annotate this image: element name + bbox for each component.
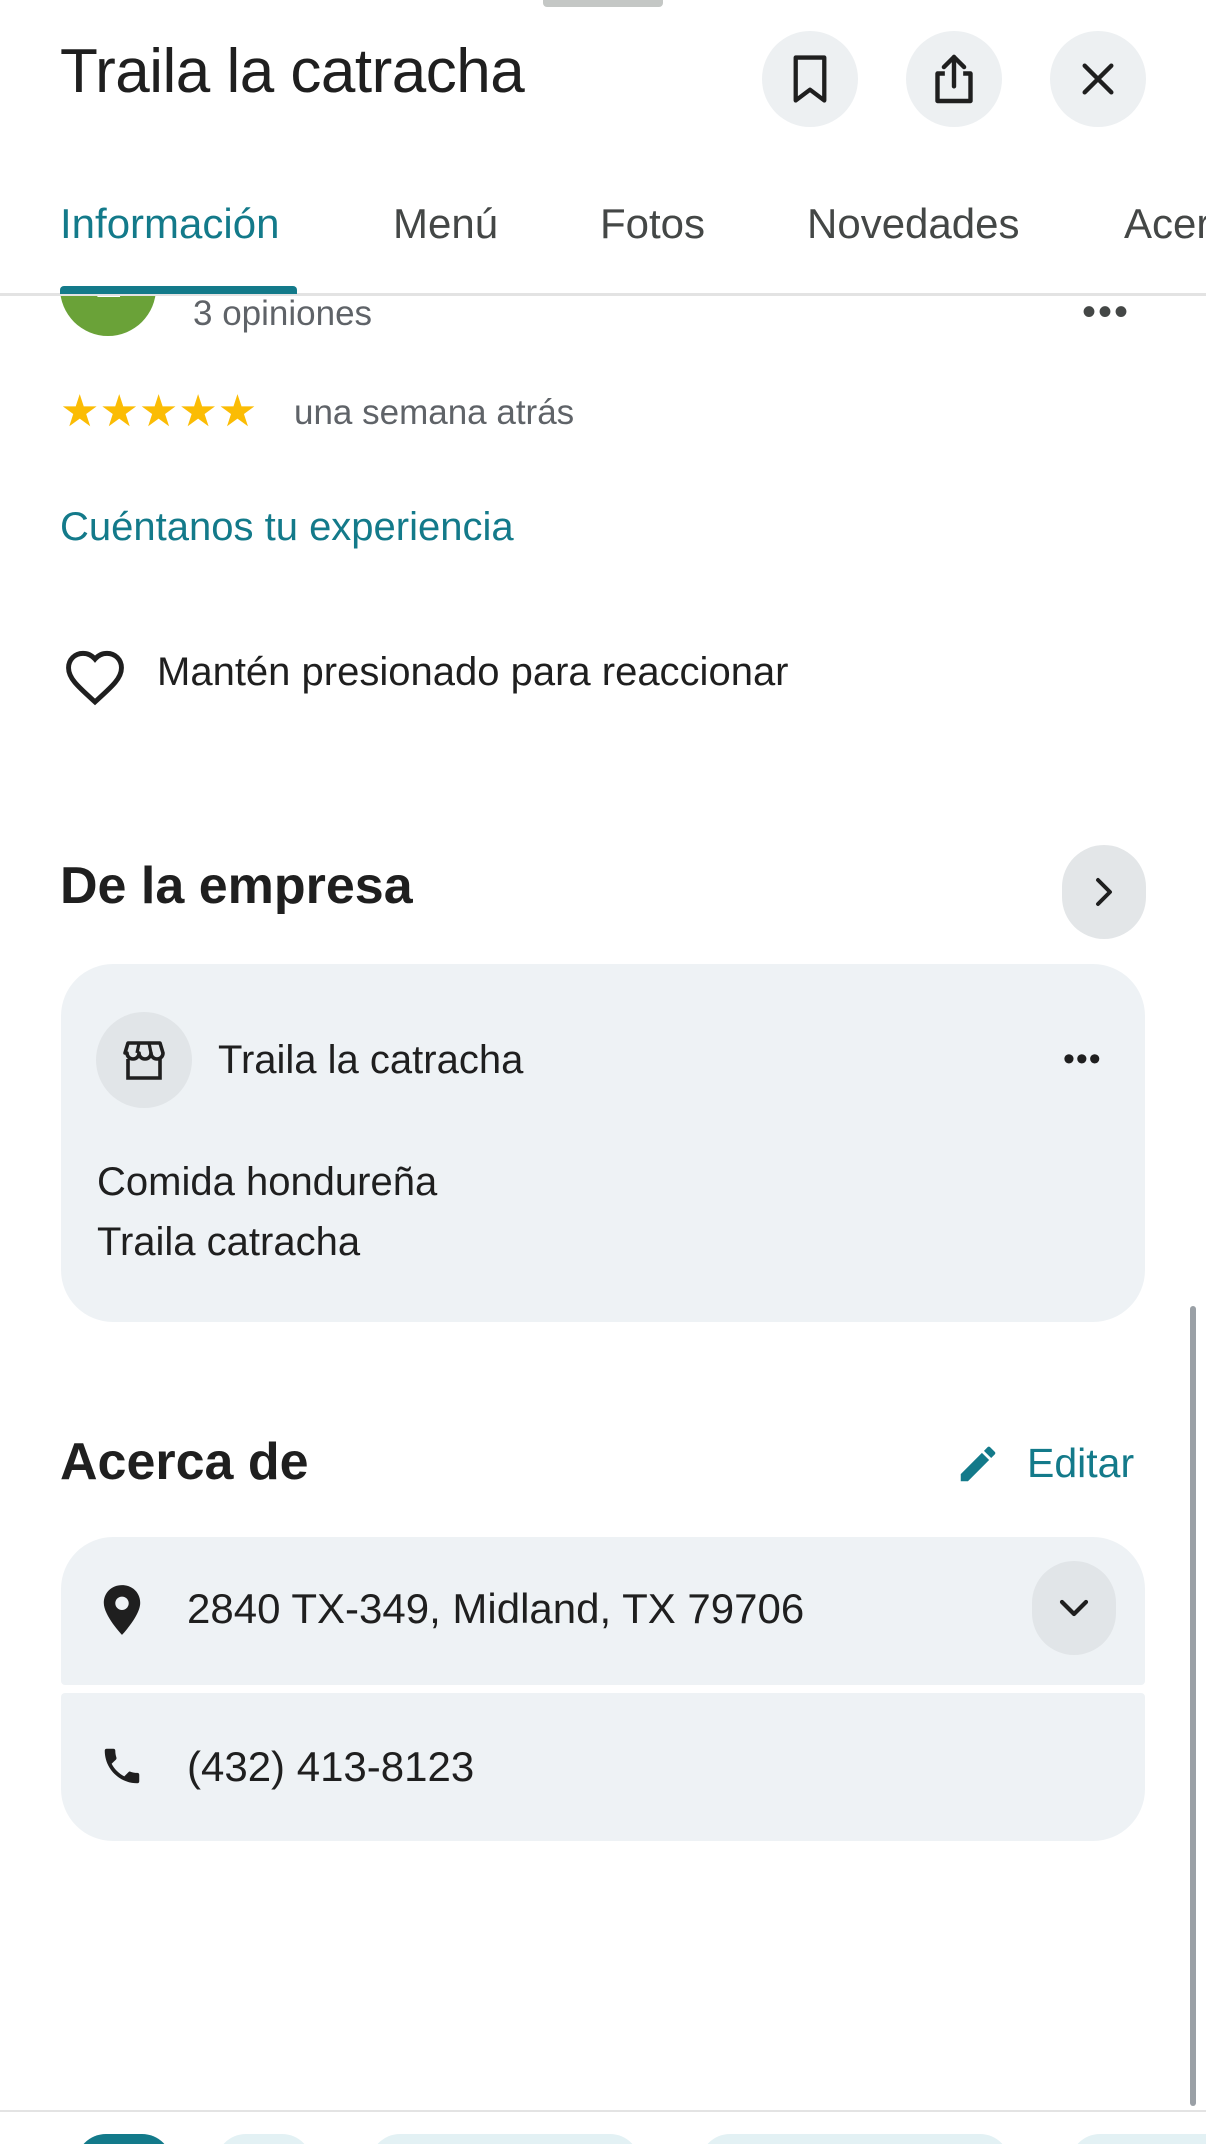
reviewer-avatar[interactable]: L: [60, 296, 156, 336]
location-pin-icon: [99, 1583, 145, 1642]
active-tab-indicator: [60, 286, 297, 294]
business-card-line-1: Comida hondureña: [97, 1160, 438, 1204]
about-section-title: Acerca de: [60, 1433, 309, 1491]
bottom-action-bar: [0, 2112, 1206, 2144]
review-time: una semana atrás: [294, 393, 575, 432]
phone-row[interactable]: (432) 413-8123: [61, 1693, 1145, 1841]
tab-acerca[interactable]: Acer: [1124, 200, 1206, 248]
action-chip-2[interactable]: [370, 2134, 640, 2144]
review-more-icon[interactable]: •••: [1082, 296, 1130, 335]
expand-address-button[interactable]: [1032, 1561, 1116, 1655]
chevron-right-icon: [1096, 878, 1112, 906]
store-avatar: [96, 1012, 192, 1108]
business-section-title: De la empresa: [60, 857, 413, 915]
business-section-more-button[interactable]: [1062, 845, 1146, 939]
share-icon: [935, 54, 973, 104]
edit-label: Editar: [1027, 1440, 1135, 1486]
phone-text: (432) 413-8123: [187, 1743, 475, 1790]
write-review-link[interactable]: Cuéntanos tu experiencia: [60, 505, 514, 550]
tab-novedades[interactable]: Novedades: [807, 200, 1019, 248]
chevron-down-icon: [1059, 1599, 1089, 1617]
tab-menu[interactable]: Menú: [393, 200, 498, 248]
scrollbar[interactable]: [1190, 1306, 1196, 2106]
heart-react-button[interactable]: [62, 646, 132, 710]
place-title: Traila la catracha: [60, 37, 525, 106]
action-chip-4[interactable]: [1070, 2134, 1206, 2144]
address-row[interactable]: 2840 TX-349, Midland, TX 79706: [61, 1537, 1145, 1685]
avatar-letter: L: [95, 296, 122, 308]
heart-icon: [66, 650, 124, 706]
edit-button[interactable]: Editar: [955, 1440, 1134, 1487]
business-card-line-2: Traila catracha: [97, 1220, 361, 1264]
business-card[interactable]: Traila la catracha ••• Comida hondureña …: [61, 964, 1145, 1322]
review-header-clip: L •••: [0, 296, 1206, 356]
phone-icon: [99, 1743, 145, 1794]
save-button[interactable]: [762, 31, 858, 127]
close-icon: [1082, 63, 1114, 95]
reviewer-review-count: 3 opiniones: [193, 294, 373, 333]
address-text: 2840 TX-349, Midland, TX 79706: [187, 1585, 805, 1632]
bookmark-icon: [793, 55, 827, 103]
storefront-icon: [123, 1041, 165, 1080]
star-rating: ★★★★★: [60, 387, 258, 436]
action-chip-1[interactable]: [216, 2134, 312, 2144]
business-card-name: Traila la catracha: [218, 1038, 524, 1082]
rating-stars: ★★★★★: [60, 388, 257, 436]
tab-bar: Información Menú Fotos Novedades Acer: [0, 180, 1206, 292]
tab-fotos[interactable]: Fotos: [600, 200, 705, 248]
share-button[interactable]: [906, 31, 1002, 127]
react-hint: Mantén presionado para reaccionar: [157, 650, 789, 694]
directions-button[interactable]: [76, 2134, 172, 2144]
action-chip-3[interactable]: [700, 2134, 1010, 2144]
tab-informacion[interactable]: Información: [60, 200, 279, 248]
sheet-drag-handle[interactable]: [543, 0, 663, 7]
business-card-more-icon[interactable]: •••: [1063, 1040, 1102, 1079]
close-button[interactable]: [1050, 31, 1146, 127]
pencil-icon: [960, 1446, 996, 1481]
